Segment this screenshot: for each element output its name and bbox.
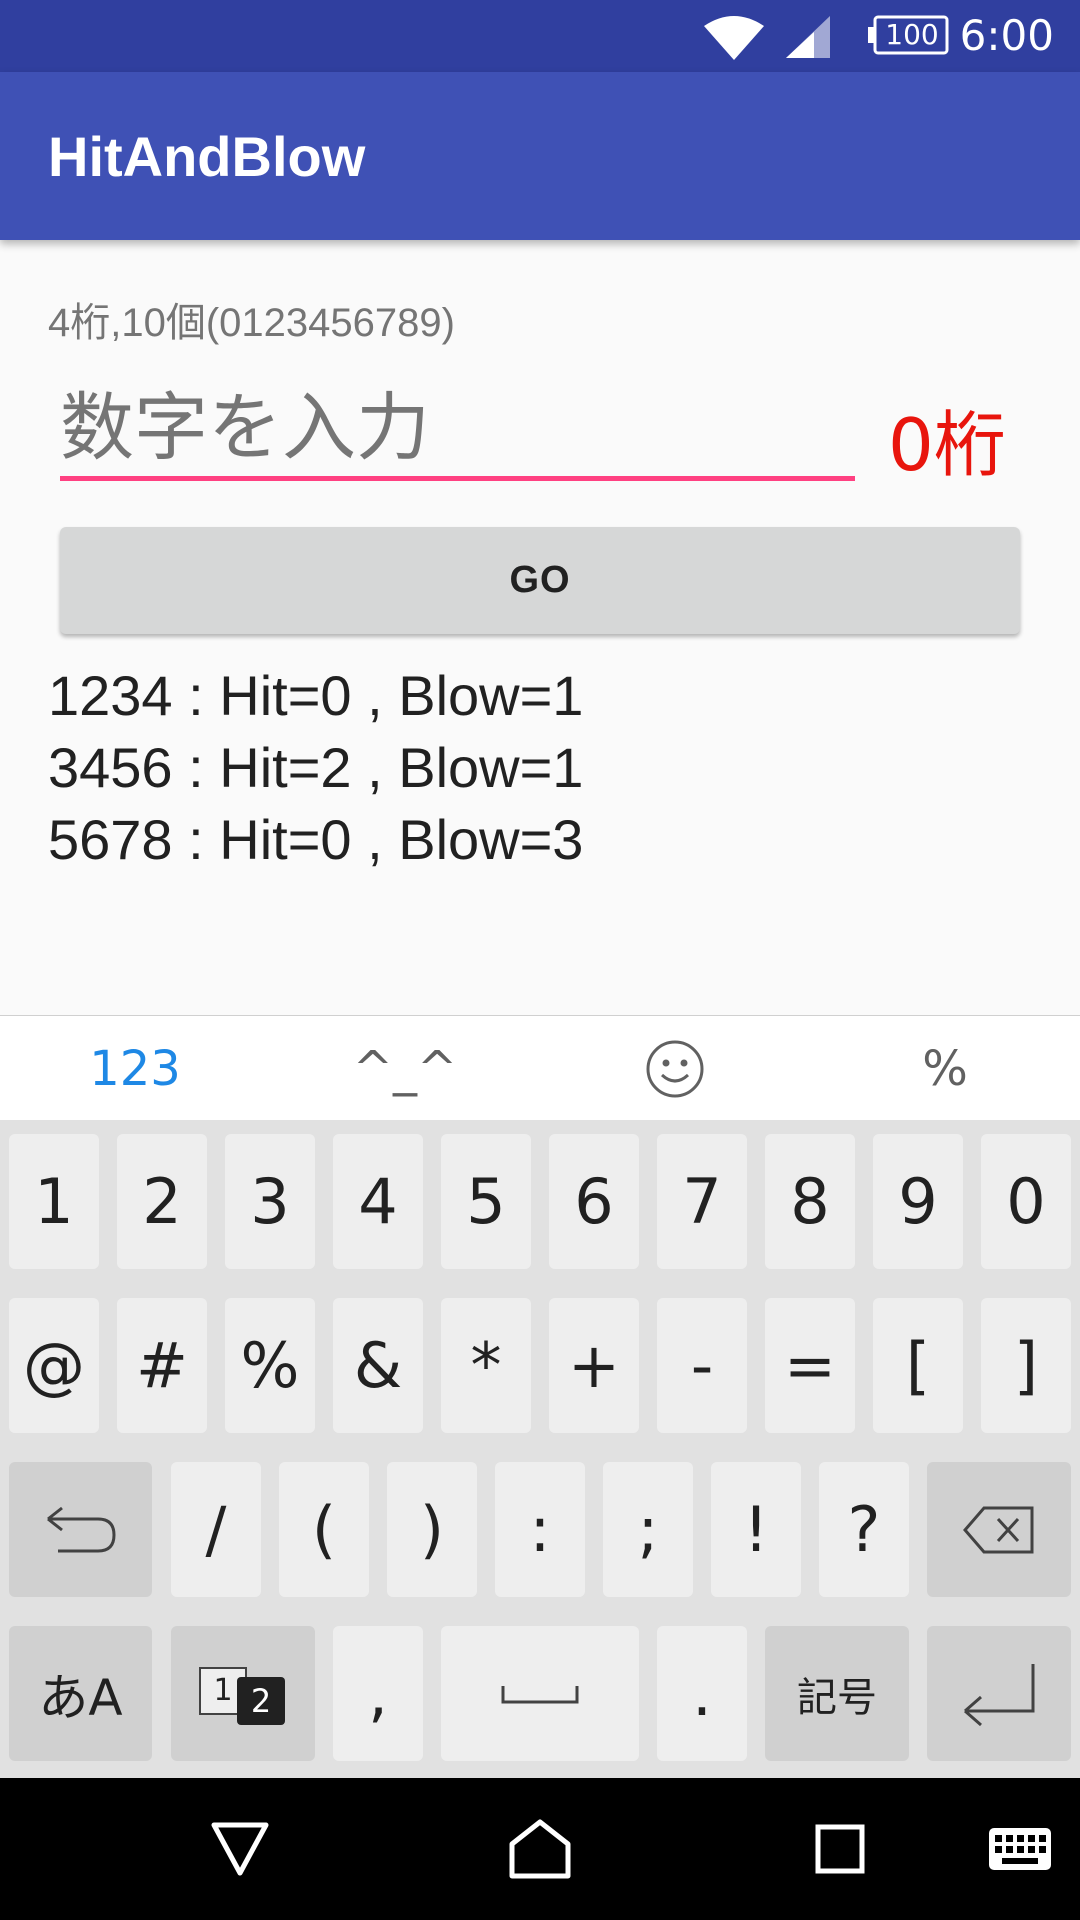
history-line: 1234 : Hit=0 , Blow=1 [48, 664, 584, 727]
backspace-icon [963, 1506, 1034, 1553]
key[interactable]: 8 [765, 1134, 855, 1269]
key[interactable]: + [549, 1298, 639, 1433]
space-icon [501, 1685, 579, 1703]
mode-switch-key[interactable]: あA [9, 1626, 152, 1761]
smiley-icon [646, 1040, 704, 1097]
keyboard-switch-button[interactable] [980, 1778, 1060, 1920]
tab-symbols[interactable]: % [810, 1016, 1080, 1121]
wifi-icon [704, 16, 764, 60]
tab-kaomoji[interactable]: ^_^ [270, 1016, 540, 1121]
keyboard: 1 2 3 4 5 6 7 8 9 0 @ # % & * + - = [ ] … [0, 1120, 1080, 1778]
history-line: 5678 : Hit=0 , Blow=3 [48, 808, 584, 871]
key[interactable]: ) [387, 1462, 477, 1597]
app-bar: HitAndBlow [0, 72, 1080, 240]
backspace-key[interactable] [927, 1462, 1071, 1597]
status-bar: 100 6:00 [0, 0, 1080, 72]
comma-key[interactable]: , [333, 1626, 423, 1761]
recents-button[interactable] [780, 1778, 900, 1920]
undo-key[interactable] [9, 1462, 152, 1597]
home-button[interactable] [480, 1778, 600, 1920]
key[interactable]: / [171, 1462, 261, 1597]
key[interactable]: 9 [873, 1134, 963, 1269]
key[interactable]: ( [279, 1462, 369, 1597]
signal-icon [786, 16, 830, 58]
tab-emoji[interactable] [540, 1016, 810, 1121]
period-key[interactable]: . [657, 1626, 747, 1761]
key[interactable]: % [225, 1298, 315, 1433]
home-icon [509, 1819, 571, 1879]
key[interactable]: - [657, 1298, 747, 1433]
key[interactable]: 3 [225, 1134, 315, 1269]
digit-count-label: 0桁 [888, 403, 1006, 487]
key[interactable]: 0 [981, 1134, 1071, 1269]
key[interactable]: # [117, 1298, 207, 1433]
key[interactable]: & [333, 1298, 423, 1433]
key[interactable]: ! [711, 1462, 801, 1597]
key[interactable]: 4 [333, 1134, 423, 1269]
digits-info-label: 4桁,10個(0123456789) [48, 301, 455, 345]
recents-icon [815, 1824, 865, 1874]
guess-history: 1234 : Hit=0 , Blow=1 3456 : Hit=2 , Blo… [48, 660, 583, 876]
battery-icon: 100 [868, 15, 950, 55]
key[interactable]: 2 [117, 1134, 207, 1269]
key[interactable]: ] [981, 1298, 1071, 1433]
symbols-key[interactable]: 記号 [765, 1626, 909, 1761]
key[interactable]: 1 [9, 1134, 99, 1269]
number-toggle-key[interactable]: 1 2 [171, 1626, 315, 1761]
back-icon [211, 1822, 269, 1876]
go-button[interactable]: GO [60, 527, 1020, 634]
undo-icon [46, 1506, 116, 1552]
keyboard-category-bar: 123 ^_^ % [0, 1015, 1080, 1121]
key[interactable]: = [765, 1298, 855, 1433]
space-key[interactable] [441, 1626, 639, 1761]
key[interactable]: 6 [549, 1134, 639, 1269]
enter-icon [964, 1663, 1035, 1726]
key[interactable]: 5 [441, 1134, 531, 1269]
key[interactable]: ; [603, 1462, 693, 1597]
enter-key[interactable] [927, 1626, 1071, 1761]
key[interactable]: 7 [657, 1134, 747, 1269]
navigation-bar [0, 1778, 1080, 1920]
toggle-digit-two: 2 [237, 1676, 285, 1725]
key[interactable]: @ [9, 1298, 99, 1433]
key[interactable]: * [441, 1298, 531, 1433]
history-line: 3456 : Hit=2 , Blow=1 [48, 736, 584, 799]
keyboard-icon [989, 1828, 1051, 1870]
battery-level: 100 [885, 18, 939, 51]
app-title: HitAndBlow [48, 125, 366, 188]
key[interactable]: ? [819, 1462, 909, 1597]
key[interactable]: : [495, 1462, 585, 1597]
back-button[interactable] [180, 1778, 300, 1920]
key[interactable]: [ [873, 1298, 963, 1433]
number-input[interactable] [60, 380, 855, 481]
tab-numbers[interactable]: 123 [0, 1016, 270, 1121]
status-time: 6:00 [959, 11, 1054, 60]
numbers-toggle-icon: 1 2 [195, 1661, 291, 1727]
